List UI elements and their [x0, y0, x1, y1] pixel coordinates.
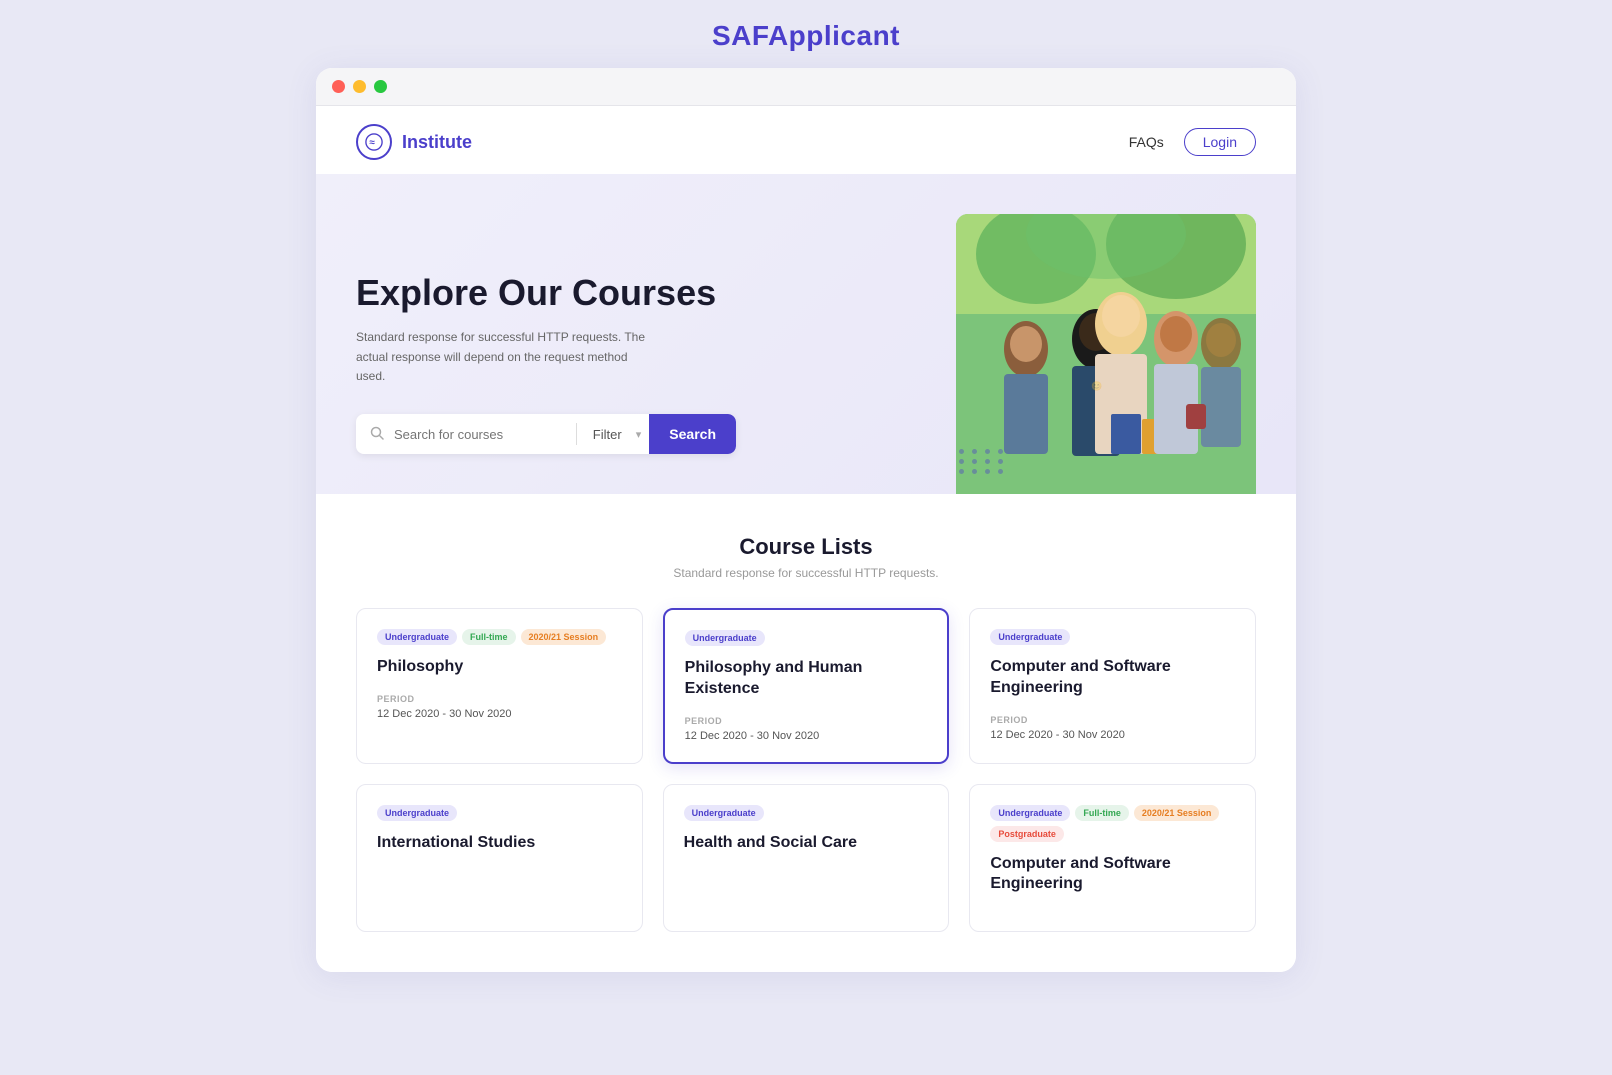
course-card[interactable]: Undergraduate Full-time 2020/21 Session Pos… — [969, 784, 1256, 933]
course-card[interactable]: Undergraduate Philosophy and Human Exist… — [663, 608, 950, 764]
course-tag: Undergraduate — [684, 805, 764, 821]
navbar-links: FAQs Login — [1129, 128, 1256, 156]
card-tags: Undergraduate — [377, 805, 622, 821]
card-tags: Undergraduate Full-time 2020/21 Session Pos… — [990, 805, 1235, 842]
course-tag: Full-time — [462, 629, 516, 645]
period-label: PERIOD — [990, 715, 1235, 725]
course-tag: Undergraduate — [377, 805, 457, 821]
hero-section: Explore Our Courses Standard response fo… — [316, 174, 1296, 494]
course-tag: Undergraduate — [990, 629, 1070, 645]
card-title: Computer and Software Engineering — [990, 657, 1235, 699]
search-filter-divider — [576, 423, 577, 445]
course-tag: Undergraduate — [990, 805, 1070, 821]
window-close-dot — [332, 80, 345, 93]
course-tag: Full-time — [1075, 805, 1129, 821]
card-tags: Undergraduate Full-time 2020/21 Session — [377, 629, 622, 645]
course-card[interactable]: Undergraduate Health and Social Care — [663, 784, 950, 933]
search-button[interactable]: Search — [649, 414, 736, 454]
filter-wrap: Filter ▾ — [579, 415, 650, 454]
dots-pattern — [956, 449, 1006, 474]
card-title: Philosophy and Human Existence — [685, 658, 928, 700]
section-title: Course Lists — [356, 534, 1256, 560]
period-value: 12 Dec 2020 - 30 Nov 2020 — [685, 730, 928, 742]
svg-text:😊: 😊 — [1091, 381, 1102, 391]
course-grid: Undergraduate Full-time 2020/21 Session Ph… — [356, 608, 1256, 932]
card-tags: Undergraduate — [685, 630, 928, 646]
card-title: Health and Social Care — [684, 833, 929, 854]
period-value: 12 Dec 2020 - 30 Nov 2020 — [377, 708, 622, 720]
card-title: Philosophy — [377, 657, 622, 678]
browser-window: ≈ Institute FAQs Login Explore Our Cours… — [316, 68, 1296, 972]
card-tags: Undergraduate — [684, 805, 929, 821]
app-title: SAFApplicant — [712, 0, 900, 68]
search-icon — [356, 426, 394, 443]
main-content: Course Lists Standard response for succe… — [316, 494, 1296, 972]
hero-image: 😊 — [956, 214, 1256, 494]
period-label: PERIOD — [685, 716, 928, 726]
course-tag: Postgraduate — [990, 826, 1064, 842]
navbar: ≈ Institute FAQs Login — [316, 106, 1296, 174]
brand-label: Institute — [402, 132, 472, 153]
svg-text:≈: ≈ — [370, 138, 376, 149]
login-button[interactable]: Login — [1184, 128, 1256, 156]
filter-select[interactable]: Filter — [579, 415, 636, 454]
course-tag: 2020/21 Session — [1134, 805, 1220, 821]
window-maximize-dot — [374, 80, 387, 93]
course-card[interactable]: Undergraduate International Studies — [356, 784, 643, 933]
period-label: PERIOD — [377, 694, 622, 704]
course-card[interactable]: Undergraduate Full-time 2020/21 Session Ph… — [356, 608, 643, 764]
search-input[interactable] — [394, 415, 574, 454]
window-minimize-dot — [353, 80, 366, 93]
course-card[interactable]: Undergraduate Computer and Software Engi… — [969, 608, 1256, 764]
period-value: 12 Dec 2020 - 30 Nov 2020 — [990, 729, 1235, 741]
section-subtitle: Standard response for successful HTTP re… — [356, 566, 1256, 580]
search-bar: Filter ▾ Search — [356, 414, 736, 454]
course-tag: 2020/21 Session — [521, 629, 607, 645]
hero-content: Explore Our Courses Standard response fo… — [356, 271, 916, 494]
brand-icon: ≈ — [356, 124, 392, 160]
card-title: Computer and Software Engineering — [990, 854, 1235, 896]
card-tags: Undergraduate — [990, 629, 1235, 645]
faqs-link[interactable]: FAQs — [1129, 134, 1164, 150]
course-tag: Undergraduate — [377, 629, 457, 645]
card-title: International Studies — [377, 833, 622, 854]
filter-chevron-icon: ▾ — [636, 428, 642, 441]
hero-title: Explore Our Courses — [356, 271, 916, 314]
course-tag: Undergraduate — [685, 630, 765, 646]
brand: ≈ Institute — [356, 124, 472, 160]
browser-chrome — [316, 68, 1296, 106]
hero-subtitle: Standard response for successful HTTP re… — [356, 328, 656, 386]
